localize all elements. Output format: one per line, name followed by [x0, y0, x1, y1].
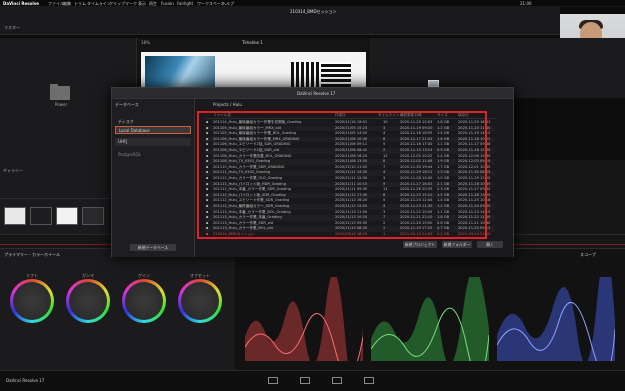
gain-label: ゲイン: [138, 273, 150, 278]
project-title: 210314_BMDセッション: [290, 9, 337, 14]
edit-page-icon[interactable]: [332, 377, 342, 384]
dialog-title: DaVinci Resolve 17: [297, 91, 336, 96]
annotation-highlight-box: [197, 111, 487, 239]
breadcrumb[interactable]: Projects / Hulu: [213, 102, 242, 107]
database-sidebar-title: データベース: [115, 102, 139, 107]
clip-thumbnails: [0, 198, 110, 234]
database-item-postgresql[interactable]: PostgreSQL: [115, 151, 191, 159]
menu-fairlight[interactable]: Fairlight: [177, 1, 193, 6]
scopes-panel: スコープ: [235, 248, 625, 370]
menu-app-name[interactable]: DaVinci Resolve: [3, 1, 39, 6]
offset-label: オフセット: [190, 273, 210, 278]
menu-clock: 21:00: [520, 1, 532, 6]
database-sidebar: データベース ディスク Local Database UHFJ PostgreS…: [112, 99, 195, 257]
open-button[interactable]: 開く: [477, 241, 503, 248]
menu-fusion[interactable]: Fusion: [161, 1, 174, 6]
folder-icon[interactable]: [50, 84, 70, 100]
dialog-titlebar: DaVinci Resolve 17: [112, 88, 513, 99]
lift-wheel[interactable]: [10, 279, 54, 323]
gamma-label: ガンマ: [82, 273, 94, 278]
resolve-toolbar: 210314_BMDセッション マスター: [0, 7, 560, 35]
viewer-timeline-name[interactable]: Timeline 1: [242, 40, 263, 45]
color-wheels-panel: プライマリー - カラーホイール リフト ガンマ ゲイン オフセット: [0, 248, 235, 370]
media-pool-tab[interactable]: マスター: [4, 25, 20, 30]
offset-wheel[interactable]: [178, 279, 222, 323]
database-item-uhfj[interactable]: UHFJ: [115, 138, 191, 146]
gamma-wheel[interactable]: [66, 279, 110, 323]
gallery-label: ギャラリー: [3, 168, 23, 173]
system-menubar: DaVinci Resolve ファイル 編集 トリム タイムライン クリップ …: [0, 0, 625, 7]
new-project-button[interactable]: 新規プロジェクト: [403, 241, 437, 248]
corrector-node[interactable]: [428, 80, 439, 87]
gain-wheel[interactable]: [122, 279, 166, 323]
viewer-zoom[interactable]: 18%: [141, 40, 150, 45]
database-item-local[interactable]: Local Database: [115, 126, 191, 134]
page-bar: DaVinci Resolve 17: [0, 370, 625, 391]
clip-thumbnail[interactable]: [82, 207, 104, 225]
clip-thumbnail[interactable]: [56, 207, 78, 225]
media-page-icon[interactable]: [268, 377, 278, 384]
new-folder-button[interactable]: 新規フォルダー: [442, 241, 472, 248]
clip-thumbnail[interactable]: [4, 207, 26, 225]
blue-parade-scope: [497, 277, 615, 361]
new-database-button[interactable]: 新規データベース: [130, 244, 176, 251]
bottom-app-name: DaVinci Resolve 17: [6, 378, 45, 383]
clip-thumbnail[interactable]: [30, 207, 52, 225]
green-parade-scope: [371, 277, 489, 361]
lift-label: リフト: [26, 273, 38, 278]
color-wheels-title: プライマリー - カラーホイール: [4, 252, 60, 257]
disk-label: ディスク: [118, 119, 134, 124]
red-parade-scope: [245, 277, 363, 361]
fusion-page-icon[interactable]: [364, 377, 374, 384]
gallery-panel: ギャラリー: [0, 160, 110, 200]
scopes-title: スコープ: [580, 252, 596, 257]
folder-label: Power: [55, 102, 68, 107]
cut-page-icon[interactable]: [300, 377, 310, 384]
